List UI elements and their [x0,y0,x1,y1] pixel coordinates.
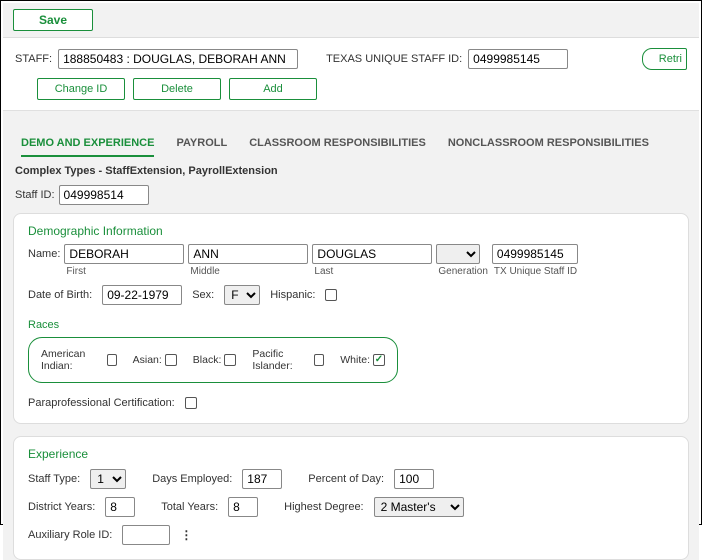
tab-payroll[interactable]: PAYROLL [176,131,227,157]
staff-id-input[interactable] [59,185,149,205]
last-name-sublabel: Last [312,264,432,277]
demographic-panel: Demographic Information Name: First Midd… [13,213,689,424]
hispanic-label: Hispanic: [270,289,315,301]
staff-label: STAFF: [15,53,52,65]
add-button[interactable]: Add [229,78,317,100]
demographic-title: Demographic Information [28,224,674,238]
experience-title: Experience [28,447,674,461]
staff-type-select[interactable]: 1 [90,469,126,489]
record-action-row: Change ID Delete Add [3,74,699,110]
name-label: Name: [28,244,60,260]
sex-label: Sex: [192,289,214,301]
dob-label: Date of Birth: [28,289,92,301]
first-name-input[interactable] [64,244,184,264]
retrieve-button[interactable]: Retri [642,48,687,70]
tx-unique-staff-id-field[interactable] [492,244,578,264]
races-group: American Indian: Asian: Black: Pacific I… [28,337,398,383]
hispanic-checkbox[interactable] [325,289,337,301]
dob-input[interactable] [102,285,182,305]
days-employed-label: Days Employed: [152,473,232,485]
race-asian-checkbox[interactable] [165,354,177,366]
days-employed-input[interactable] [242,469,282,489]
total-years-input[interactable] [228,497,258,517]
last-name-input[interactable] [312,244,432,264]
auxiliary-role-label: Auxiliary Role ID: [28,529,112,541]
staff-type-label: Staff Type: [28,473,80,485]
staff-search-input[interactable] [58,49,298,69]
tab-demo-experience[interactable]: DEMO AND EXPERIENCE [21,131,154,157]
tab-area: DEMO AND EXPERIENCE PAYROLL CLASSROOM RE… [3,110,699,560]
tab-nonclassroom[interactable]: NONCLASSROOM RESPONSIBILITIES [448,131,649,157]
auxiliary-role-lookup-icon[interactable]: ⋮ [180,528,192,542]
sex-select[interactable]: F [224,285,260,305]
highest-degree-label: Highest Degree: [284,501,364,513]
race-black-checkbox[interactable] [224,354,236,366]
txuid-label: TEXAS UNIQUE STAFF ID: [326,53,462,65]
races-title: Races [28,319,674,331]
district-years-input[interactable] [105,497,135,517]
generation-sublabel: Generation [436,264,487,277]
staff-id-label: Staff ID: [15,189,55,201]
parapro-label: Paraprofessional Certification: [28,397,175,409]
tx-unique-staff-id-input[interactable] [468,49,568,69]
total-years-label: Total Years: [161,501,218,513]
percent-day-label: Percent of Day: [308,473,384,485]
delete-button[interactable]: Delete [133,78,221,100]
top-action-bar: Save [3,3,699,38]
experience-panel: Experience Staff Type: 1 Days Employed: … [13,436,689,560]
race-asian-label: Asian: [133,354,162,366]
middle-name-sublabel: Middle [188,264,308,277]
race-pacific-label: Pacific Islander: [252,348,311,372]
generation-select[interactable] [436,244,480,264]
complex-types-label: Complex Types - StaffExtension, PayrollE… [13,157,689,181]
race-white-checkbox[interactable] [373,354,385,366]
tab-classroom[interactable]: CLASSROOM RESPONSIBILITIES [249,131,426,157]
race-american-indian-label: American Indian: [41,348,104,372]
percent-day-input[interactable] [394,469,434,489]
race-pacific-checkbox[interactable] [314,354,324,366]
filter-row: STAFF: TEXAS UNIQUE STAFF ID: Retri [3,38,699,74]
save-button[interactable]: Save [13,9,93,31]
highest-degree-select[interactable]: 2 Master's [374,497,464,517]
middle-name-input[interactable] [188,244,308,264]
race-white-label: White: [340,354,370,366]
first-name-sublabel: First [64,264,184,277]
race-american-indian-checkbox[interactable] [107,354,117,366]
auxiliary-role-input[interactable] [122,525,170,545]
race-black-label: Black: [193,354,222,366]
district-years-label: District Years: [28,501,95,513]
parapro-checkbox[interactable] [185,397,197,409]
txuid-sublabel: TX Unique Staff ID [492,264,578,277]
change-id-button[interactable]: Change ID [37,78,125,100]
